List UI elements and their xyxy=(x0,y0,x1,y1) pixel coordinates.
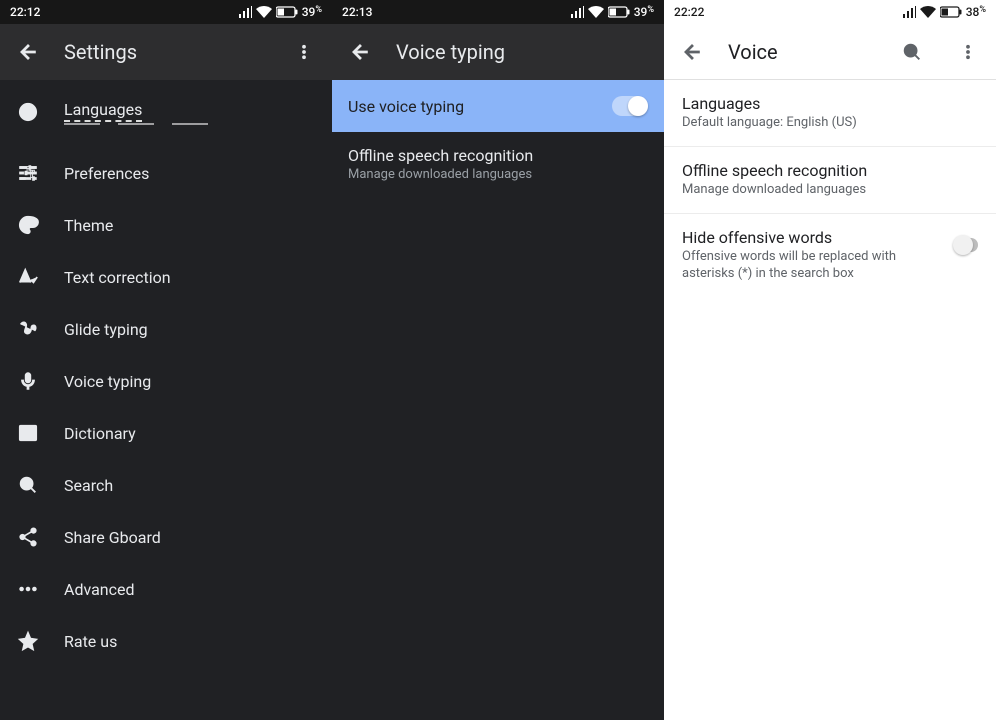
more-vert-icon xyxy=(959,43,977,61)
signal-icon xyxy=(570,6,584,18)
row-subtitle: Manage downloaded languages xyxy=(348,167,648,182)
mic-icon xyxy=(16,369,40,393)
row-hide-offensive[interactable]: Hide offensive words Offensive words wil… xyxy=(664,214,996,297)
settings-item-glide[interactable]: Glide typing xyxy=(0,303,332,355)
settings-item-text-correction[interactable]: Text correction xyxy=(0,251,332,303)
overflow-button[interactable] xyxy=(948,32,988,72)
item-label: Advanced xyxy=(64,580,135,599)
settings-list: Languages Preferences Theme Text correct… xyxy=(0,80,332,720)
settings-item-voice-typing[interactable]: Voice typing xyxy=(0,355,332,407)
globe-icon xyxy=(16,100,40,124)
settings-item-languages[interactable]: Languages xyxy=(0,80,332,147)
settings-item-search[interactable]: Search xyxy=(0,459,332,511)
row-title: Offline speech recognition xyxy=(348,146,648,165)
overflow-button[interactable] xyxy=(284,32,324,72)
row-title: Offline speech recognition xyxy=(682,161,867,180)
item-label: Dictionary xyxy=(64,424,136,443)
item-label: Voice typing xyxy=(64,372,151,391)
status-right: 38% xyxy=(902,5,986,19)
status-bar: 22:22 38% xyxy=(664,0,996,24)
page-title: Settings xyxy=(64,40,268,64)
back-button[interactable] xyxy=(340,32,380,72)
panel-settings: 22:12 39% Settings Languages xyxy=(0,0,332,720)
app-bar: Settings xyxy=(0,24,332,80)
arrow-back-icon xyxy=(17,41,39,63)
row-offline-speech[interactable]: Offline speech recognition Manage downlo… xyxy=(332,132,664,196)
battery-icon xyxy=(940,6,962,18)
voice-list: Languages Default language: English (US)… xyxy=(664,80,996,720)
voice-typing-list: Use voice typing Offline speech recognit… xyxy=(332,80,664,720)
battery-icon xyxy=(608,6,630,18)
settings-item-preferences[interactable]: Preferences xyxy=(0,147,332,199)
row-subtitle: Manage downloaded languages xyxy=(682,182,867,199)
app-bar: Voice typing xyxy=(332,24,664,80)
row-offline-speech[interactable]: Offline speech recognition Manage downlo… xyxy=(664,147,996,214)
status-time: 22:13 xyxy=(342,5,372,19)
status-time: 22:22 xyxy=(674,5,704,19)
arrow-back-icon xyxy=(681,41,703,63)
search-icon xyxy=(901,41,923,63)
page-title: Voice typing xyxy=(396,40,656,64)
wifi-icon xyxy=(256,6,272,18)
gesture-icon xyxy=(16,317,40,341)
lang-placeholder-lines xyxy=(64,123,208,125)
search-icon xyxy=(16,473,40,497)
item-label: Share Gboard xyxy=(64,528,161,547)
row-subtitle: Default language: English (US) xyxy=(682,115,857,132)
book-icon xyxy=(16,421,40,445)
arrow-back-icon xyxy=(349,41,371,63)
item-label: Search xyxy=(64,476,113,495)
settings-item-theme[interactable]: Theme xyxy=(0,199,332,251)
panel-voice: 22:22 38% Voice Languages Default langua… xyxy=(664,0,996,720)
item-label: Preferences xyxy=(64,164,149,183)
settings-item-share[interactable]: Share Gboard xyxy=(0,511,332,563)
search-button[interactable] xyxy=(892,32,932,72)
panel-voice-typing: 22:13 39% Voice typing Use voice typing … xyxy=(332,0,664,720)
star-icon xyxy=(16,629,40,653)
back-button[interactable] xyxy=(8,32,48,72)
toggle-voice-typing[interactable] xyxy=(612,96,648,116)
wifi-icon xyxy=(920,6,936,18)
settings-item-advanced[interactable]: Advanced xyxy=(0,563,332,615)
text-correction-icon xyxy=(16,265,40,289)
settings-item-rate[interactable]: Rate us xyxy=(0,615,332,667)
item-label: Text correction xyxy=(64,268,171,287)
status-bar: 22:13 39% xyxy=(332,0,664,24)
page-title: Voice xyxy=(728,40,876,64)
status-bar: 22:12 39% xyxy=(0,0,332,24)
item-label: Rate us xyxy=(64,632,117,651)
battery-text: 39% xyxy=(634,5,654,19)
battery-icon xyxy=(276,6,298,18)
row-use-voice-typing[interactable]: Use voice typing xyxy=(332,80,664,132)
row-languages[interactable]: Languages Default language: English (US) xyxy=(664,80,996,147)
item-label: Languages xyxy=(64,100,142,122)
tune-icon xyxy=(16,161,40,185)
wifi-icon xyxy=(588,6,604,18)
signal-icon xyxy=(902,6,916,18)
row-subtitle: Offensive words will be replaced with as… xyxy=(682,249,945,283)
more-vert-icon xyxy=(295,43,313,61)
palette-icon xyxy=(16,213,40,237)
more-horiz-icon xyxy=(16,577,40,601)
battery-text: 38% xyxy=(966,5,986,19)
status-right: 39% xyxy=(570,5,654,19)
battery-text: 39% xyxy=(302,5,322,19)
toggle-hide-offensive[interactable] xyxy=(955,238,978,252)
row-title: Hide offensive words xyxy=(682,228,945,247)
item-label: Theme xyxy=(64,216,113,235)
row-title: Languages xyxy=(682,94,857,113)
back-button[interactable] xyxy=(672,32,712,72)
app-bar: Voice xyxy=(664,24,996,80)
row-title: Use voice typing xyxy=(348,97,464,116)
status-right: 39% xyxy=(238,5,322,19)
status-time: 22:12 xyxy=(10,5,40,19)
signal-icon xyxy=(238,6,252,18)
item-label: Glide typing xyxy=(64,320,148,339)
settings-item-dictionary[interactable]: Dictionary xyxy=(0,407,332,459)
share-icon xyxy=(16,525,40,549)
